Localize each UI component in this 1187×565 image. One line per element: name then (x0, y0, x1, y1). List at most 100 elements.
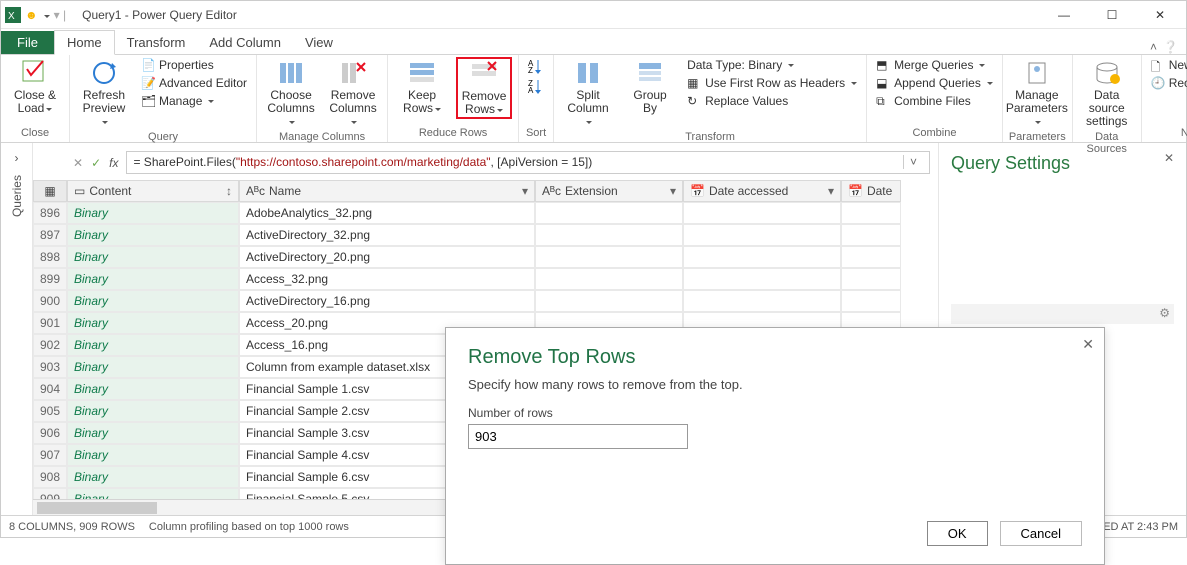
cell-date[interactable] (841, 268, 901, 290)
table-row[interactable]: 899BinaryAccess_32.png (33, 268, 938, 290)
cancel-button[interactable]: Cancel (1000, 521, 1082, 546)
replace-values-button[interactable]: ↻Replace Values (684, 93, 860, 109)
data-source-settings-button[interactable]: Data source settings (1079, 57, 1135, 130)
tab-home[interactable]: Home (54, 30, 115, 55)
col-content[interactable]: ▭Content↕ (67, 180, 239, 202)
queries-rail-label: Queries (10, 175, 24, 217)
close-settings-icon[interactable]: ✕ (1164, 151, 1174, 165)
fx-icon[interactable]: fx (109, 156, 118, 170)
formula-dropdown-icon[interactable]: ˅ (903, 155, 923, 169)
group-manage-columns: Manage Columns (263, 130, 381, 144)
collapse-ribbon-icon[interactable]: ˄ (1150, 40, 1157, 54)
sort-desc-button[interactable]: ZA (525, 77, 547, 95)
cell-extension[interactable] (535, 224, 683, 246)
dialog-close-icon[interactable]: ✕ (1082, 336, 1094, 353)
keep-rows-button[interactable]: Keep Rows (394, 57, 450, 117)
refresh-preview-button[interactable]: Refresh Preview (76, 57, 132, 130)
cell-name[interactable]: Access_32.png (239, 268, 535, 290)
scrollbar-thumb[interactable] (37, 502, 157, 514)
cell-content[interactable]: Binary (67, 400, 239, 422)
first-row-headers-button[interactable]: ▦Use First Row as Headers (684, 75, 860, 91)
cell-content[interactable]: Binary (67, 488, 239, 499)
merge-queries-button[interactable]: ⬒Merge Queries (873, 57, 996, 73)
cell-date[interactable] (841, 290, 901, 312)
cell-date-accessed[interactable] (683, 202, 841, 224)
tab-file[interactable]: File (1, 31, 54, 54)
cell-content[interactable]: Binary (67, 356, 239, 378)
col-name[interactable]: AᴮcName▾ (239, 180, 535, 202)
col-filter-icon[interactable]: ▾ (670, 184, 676, 198)
tab-view[interactable]: View (293, 31, 345, 54)
cell-content[interactable]: Binary (67, 466, 239, 488)
choose-columns-button[interactable]: Choose Columns (263, 57, 319, 130)
cell-name[interactable]: ActiveDirectory_16.png (239, 290, 535, 312)
cell-date[interactable] (841, 246, 901, 268)
maximize-button[interactable]: ☐ (1090, 1, 1134, 29)
queries-rail[interactable]: › Queries (1, 143, 33, 515)
advanced-editor-button[interactable]: 📝Advanced Editor (138, 75, 250, 91)
col-filter-icon[interactable]: ▾ (828, 184, 834, 198)
cell-extension[interactable] (535, 268, 683, 290)
cell-date[interactable] (841, 224, 901, 246)
cell-content[interactable]: Binary (67, 224, 239, 246)
data-type-button[interactable]: Data Type: Binary (684, 57, 860, 73)
table-row[interactable]: 896BinaryAdobeAnalytics_32.png (33, 202, 938, 224)
properties-button[interactable]: 📄Properties (138, 57, 250, 73)
cell-content[interactable]: Binary (67, 268, 239, 290)
cell-content[interactable]: Binary (67, 444, 239, 466)
manage-button[interactable]: 🗂Manage (138, 93, 250, 109)
ok-button[interactable]: OK (927, 521, 988, 546)
minimize-button[interactable]: — (1042, 1, 1086, 29)
num-rows-input[interactable] (468, 424, 688, 449)
table-row[interactable]: 900BinaryActiveDirectory_16.png (33, 290, 938, 312)
fx-commit-icon[interactable]: ✓ (91, 156, 101, 170)
group-by-button[interactable]: Group By (622, 57, 678, 117)
cell-name[interactable]: ActiveDirectory_32.png (239, 224, 535, 246)
cell-extension[interactable] (535, 246, 683, 268)
step-gear-icon[interactable]: ⚙ (1159, 306, 1170, 322)
append-queries-button[interactable]: ⬓Append Queries (873, 75, 996, 91)
tab-add-column[interactable]: Add Column (197, 31, 293, 54)
col-extension[interactable]: AᴮcExtension▾ (535, 180, 683, 202)
combine-files-button[interactable]: ⧉Combine Files (873, 93, 996, 109)
cell-content[interactable]: Binary (67, 202, 239, 224)
cell-content[interactable]: Binary (67, 290, 239, 312)
new-source-button[interactable]: 🗋New Source (1148, 57, 1187, 73)
recent-sources-button[interactable]: 🕘Recent Sources (1148, 75, 1187, 91)
qat-dropdown[interactable] (42, 8, 50, 22)
remove-columns-button[interactable]: Remove Columns (325, 57, 381, 130)
col-date[interactable]: 📅Date (841, 180, 901, 202)
cell-date-accessed[interactable] (683, 268, 841, 290)
cell-content[interactable]: Binary (67, 378, 239, 400)
row-header-corner[interactable]: ▦ (33, 180, 67, 202)
expand-rail-icon[interactable]: › (15, 151, 19, 165)
col-expand-icon[interactable]: ↕ (226, 184, 232, 198)
manage-parameters-button[interactable]: Manage Parameters (1009, 57, 1065, 130)
split-column-button[interactable]: Split Column (560, 57, 616, 130)
cell-date-accessed[interactable] (683, 246, 841, 268)
table-row[interactable]: 897BinaryActiveDirectory_32.png (33, 224, 938, 246)
help-icon[interactable]: ❔ (1163, 40, 1178, 54)
cell-extension[interactable] (535, 290, 683, 312)
remove-rows-button[interactable]: Remove Rows (456, 57, 512, 119)
close-and-load-button[interactable]: Close & Load (7, 57, 63, 117)
cell-extension[interactable] (535, 202, 683, 224)
tab-transform[interactable]: Transform (115, 31, 198, 54)
cell-content[interactable]: Binary (67, 422, 239, 444)
fx-cancel-icon[interactable]: ✕ (73, 156, 83, 170)
cell-date-accessed[interactable] (683, 224, 841, 246)
cell-content[interactable]: Binary (67, 334, 239, 356)
cell-date-accessed[interactable] (683, 290, 841, 312)
close-window-button[interactable]: ✕ (1138, 1, 1182, 29)
qat-smiley-icon[interactable]: ☻ (25, 8, 38, 22)
cell-content[interactable]: Binary (67, 312, 239, 334)
cell-name[interactable]: ActiveDirectory_20.png (239, 246, 535, 268)
cell-date[interactable] (841, 202, 901, 224)
col-date-accessed[interactable]: 📅Date accessed▾ (683, 180, 841, 202)
cell-name[interactable]: AdobeAnalytics_32.png (239, 202, 535, 224)
sort-asc-button[interactable]: AZ (525, 57, 547, 75)
formula-bar[interactable]: = SharePoint.Files("https://contoso.shar… (126, 151, 930, 174)
table-row[interactable]: 898BinaryActiveDirectory_20.png (33, 246, 938, 268)
cell-content[interactable]: Binary (67, 246, 239, 268)
col-filter-icon[interactable]: ▾ (522, 184, 528, 198)
